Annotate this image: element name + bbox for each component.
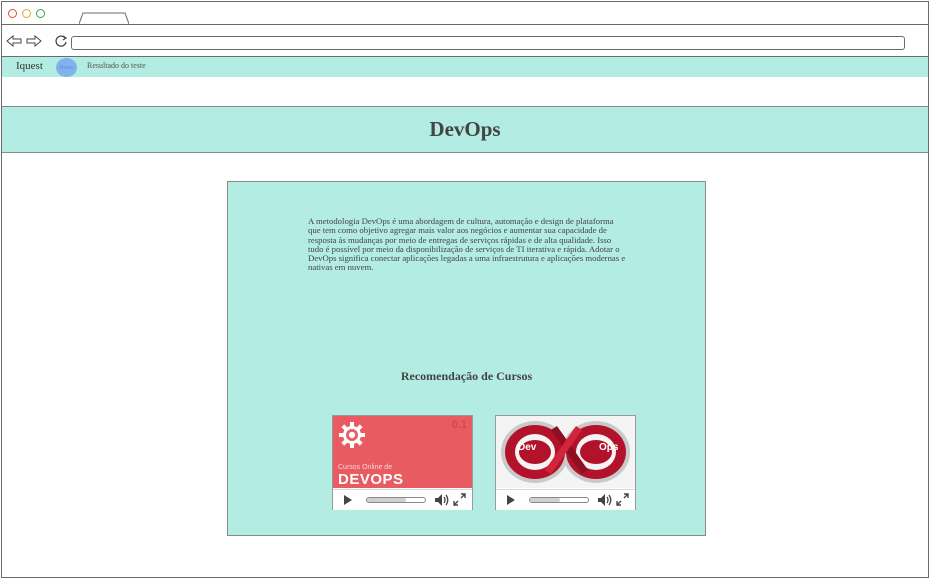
video-controls — [496, 489, 635, 510]
play-icon[interactable] — [344, 495, 352, 505]
thumbnail-label-ops: Ops — [599, 442, 619, 453]
close-window-icon[interactable] — [8, 9, 17, 18]
video-controls — [333, 489, 472, 510]
gear-icon — [339, 422, 365, 448]
nav-home-button[interactable]: Home — [56, 58, 77, 77]
thumbnail-subtitle: Cursos Online de — [338, 464, 393, 471]
content-panel: A metodologia DevOps é uma abordagem de … — [227, 181, 706, 536]
back-arrow-icon[interactable] — [6, 35, 22, 47]
browser-tab[interactable] — [79, 12, 129, 24]
fullscreen-icon[interactable] — [616, 493, 629, 506]
browser-window: Iquest Home Resultado do teste DevOps A … — [1, 1, 929, 578]
video-thumbnail[interactable]: Dev Ops — [496, 416, 635, 488]
site-navbar: Iquest Home Resultado do teste — [2, 57, 928, 77]
brand-logo[interactable]: Iquest — [16, 60, 43, 72]
recommendations-title: Recomendação de Cursos — [400, 369, 533, 383]
volume-icon[interactable] — [434, 493, 450, 507]
maximize-window-icon[interactable] — [36, 9, 45, 18]
reload-icon[interactable] — [54, 34, 68, 48]
video-player-devops-course[interactable]: 0.1 Cursos Online de DEVOPS — [332, 415, 473, 510]
nav-link-test-result[interactable]: Resultado do teste — [87, 61, 146, 70]
minimize-window-icon[interactable] — [22, 9, 31, 18]
title-bar — [2, 2, 928, 25]
thumbnail-title: DEVOPS — [338, 471, 404, 488]
page-header: DevOps — [2, 106, 928, 153]
forward-arrow-icon[interactable] — [26, 35, 42, 47]
video-progress-bar[interactable] — [366, 497, 426, 503]
video-progress-bar[interactable] — [529, 497, 589, 503]
address-bar — [2, 25, 928, 57]
play-icon[interactable] — [507, 495, 515, 505]
video-player-devops-intro[interactable]: Dev Ops — [495, 415, 636, 510]
page-title: DevOps — [429, 117, 501, 141]
url-input[interactable] — [71, 36, 905, 50]
volume-icon[interactable] — [597, 493, 613, 507]
video-progress-fill — [367, 498, 407, 502]
thumbnail-label-dev: Dev — [518, 442, 537, 453]
thumbnail-number: 0.1 — [451, 419, 467, 431]
video-progress-fill — [530, 498, 561, 502]
fullscreen-icon[interactable] — [453, 493, 466, 506]
video-thumbnail[interactable]: 0.1 Cursos Online de DEVOPS — [333, 416, 472, 488]
description-text: A metodologia DevOps é uma abordagem de … — [308, 216, 626, 273]
